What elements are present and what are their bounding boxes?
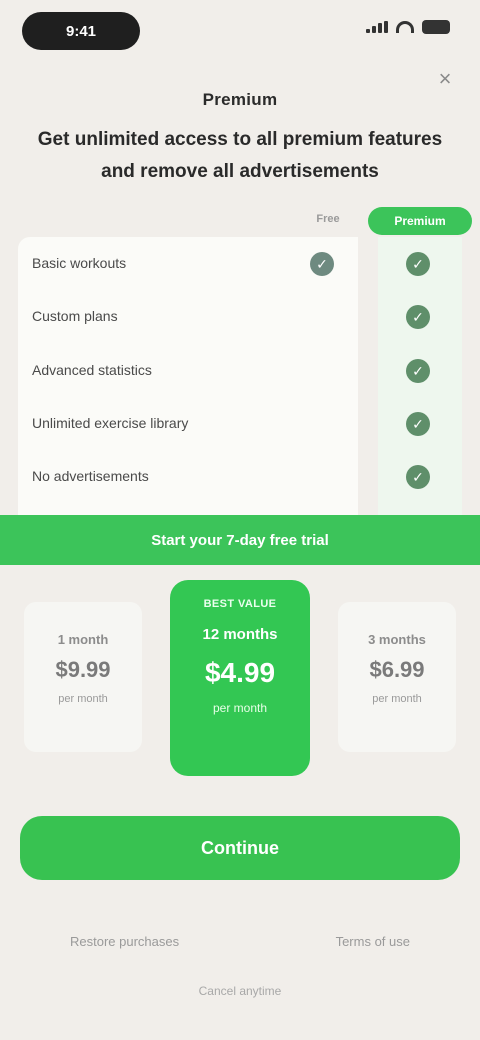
plan-card-yearly[interactable]: BEST VALUE 12 months $4.99 per month	[170, 580, 310, 776]
footer-note: Cancel anytime	[198, 984, 282, 998]
wifi-icon	[396, 21, 414, 33]
feature-row: Advanced statistics ✓	[18, 356, 480, 386]
continue-button[interactable]: Continue	[20, 816, 460, 880]
plan-selector: 1 month $9.99 per month BEST VALUE 12 mo…	[0, 580, 480, 780]
restore-purchases-link[interactable]: Restore purchases	[70, 934, 179, 949]
headline: Get unlimited access to all premium feat…	[37, 129, 443, 182]
trial-banner: Start your 7-day free trial	[0, 515, 480, 565]
free-column-label: Free	[316, 213, 340, 225]
plan-period: 1 month	[57, 632, 109, 647]
status-icons	[366, 20, 450, 34]
plan-card-quarterly[interactable]: 3 months $6.99 per month	[338, 602, 456, 752]
premium-column-label: Premium	[368, 207, 472, 235]
plan-price: $9.99	[55, 657, 111, 682]
free-check-icon: ✓	[310, 252, 334, 276]
plan-price: $6.99	[369, 657, 425, 682]
premium-check-icon: ✓	[406, 465, 430, 489]
premium-check-icon: ✓	[406, 359, 430, 383]
plan-card-monthly[interactable]: 1 month $9.99 per month	[24, 602, 142, 752]
feature-row: Basic workouts ✓ ✓	[18, 249, 480, 279]
plan-note: per month	[212, 701, 268, 715]
feature-label: Basic workouts	[32, 255, 127, 271]
feature-row: Custom plans ✓	[18, 302, 480, 332]
plan-price: $4.99	[204, 657, 276, 688]
comparison-table: Free Premium Basic workouts ✓ ✓ Custom p…	[18, 205, 480, 515]
feature-label: Unlimited exercise library	[32, 415, 189, 431]
signal-icon	[366, 21, 388, 33]
battery-icon	[422, 20, 450, 34]
plan-note: per month	[372, 693, 422, 705]
page-title: Premium	[202, 90, 278, 109]
close-icon[interactable]: ×	[432, 66, 458, 92]
feature-row: Unlimited exercise library ✓	[18, 409, 480, 439]
premium-check-icon: ✓	[406, 252, 430, 276]
status-time: 9:41	[22, 12, 140, 50]
premium-check-icon: ✓	[406, 412, 430, 436]
feature-label: Advanced statistics	[32, 362, 152, 378]
terms-link[interactable]: Terms of use	[336, 934, 410, 949]
plan-period: 3 months	[368, 632, 426, 647]
plan-period: 12 months	[202, 626, 278, 643]
plan-note: per month	[58, 693, 108, 705]
status-bar: 9:41	[0, 0, 480, 60]
plan-badge: BEST VALUE	[203, 598, 277, 610]
feature-label: No advertisements	[32, 468, 149, 484]
feature-row: No advertisements ✓	[18, 462, 480, 492]
premium-check-icon: ✓	[406, 305, 430, 329]
feature-label: Custom plans	[32, 308, 118, 324]
